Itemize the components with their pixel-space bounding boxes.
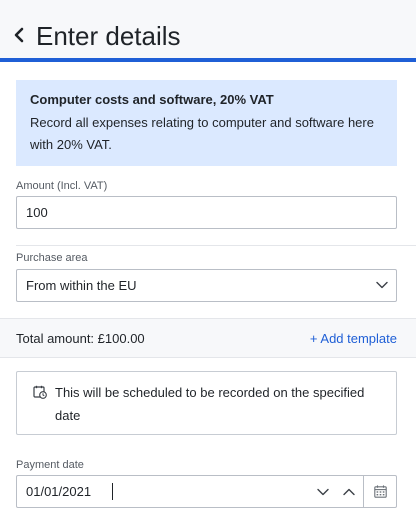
schedule-notice: This will be scheduled to be recorded on… <box>16 371 397 435</box>
chevron-left-icon <box>14 27 24 43</box>
notice-text: This will be scheduled to be recorded on… <box>55 385 365 423</box>
info-title: Computer costs and software, 20% VAT <box>30 92 274 107</box>
purchase-area-label: Purchase area <box>16 252 88 264</box>
date-increment-button[interactable] <box>337 476 361 507</box>
chevron-up-icon <box>343 488 355 495</box>
amount-label: Amount (Incl. VAT) <box>16 180 108 192</box>
back-button[interactable] <box>8 20 30 50</box>
amount-input[interactable]: 100 <box>16 196 397 229</box>
page-title: Enter details <box>36 21 181 51</box>
form-content: Computer costs and software, 20% VAT Rec… <box>0 62 416 512</box>
amount-value: 100 <box>26 205 48 220</box>
info-body: Record all expenses relating to computer… <box>30 115 374 152</box>
payment-date-label: Payment date <box>16 459 84 471</box>
chevron-down-icon <box>376 281 388 289</box>
text-caret <box>112 483 113 500</box>
info-box: Computer costs and software, 20% VAT Rec… <box>16 80 397 166</box>
total-row: Total amount: £100.00 + Add template <box>0 318 416 358</box>
calendar-icon <box>373 485 387 498</box>
purchase-area-select[interactable]: From within the EU <box>16 269 397 302</box>
payment-date-input[interactable]: 01/01/2021 <box>16 475 397 508</box>
purchase-area-value: From within the EU <box>26 278 137 293</box>
divider <box>16 245 416 246</box>
date-decrement-button[interactable] <box>311 476 335 507</box>
payment-date-value: 01/01/2021 <box>26 484 92 499</box>
add-template-link[interactable]: + Add template <box>310 330 397 348</box>
chevron-down-icon <box>317 488 329 495</box>
total-amount: Total amount: £100.00 <box>16 331 145 346</box>
calendar-button[interactable] <box>363 476 396 507</box>
header-bar: Enter details <box>0 0 416 62</box>
calendar-clock-icon <box>33 385 47 399</box>
